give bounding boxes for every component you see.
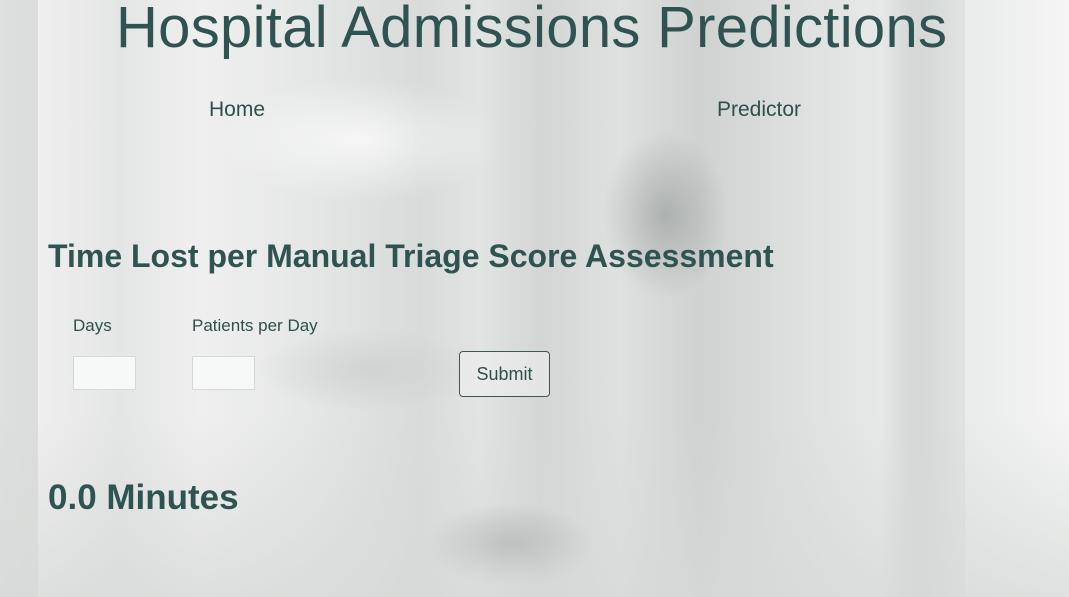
nav-bar: Home Predictor	[0, 98, 1069, 126]
nav-home-link[interactable]: Home	[209, 98, 265, 122]
page-title: Hospital Admissions Predictions	[116, 0, 948, 60]
patients-per-day-label: Patients per Day	[192, 316, 318, 335]
result-text: 0.0 Minutes	[48, 478, 239, 517]
days-label: Days	[73, 316, 112, 335]
nav-predictor-link[interactable]: Predictor	[717, 98, 801, 122]
page-content: Hospital Admissions Predictions Home Pre…	[0, 0, 1069, 597]
days-input[interactable]	[73, 356, 136, 390]
patients-per-day-input[interactable]	[192, 356, 255, 390]
submit-button[interactable]: Submit	[459, 351, 550, 397]
section-title: Time Lost per Manual Triage Score Assess…	[48, 238, 774, 274]
